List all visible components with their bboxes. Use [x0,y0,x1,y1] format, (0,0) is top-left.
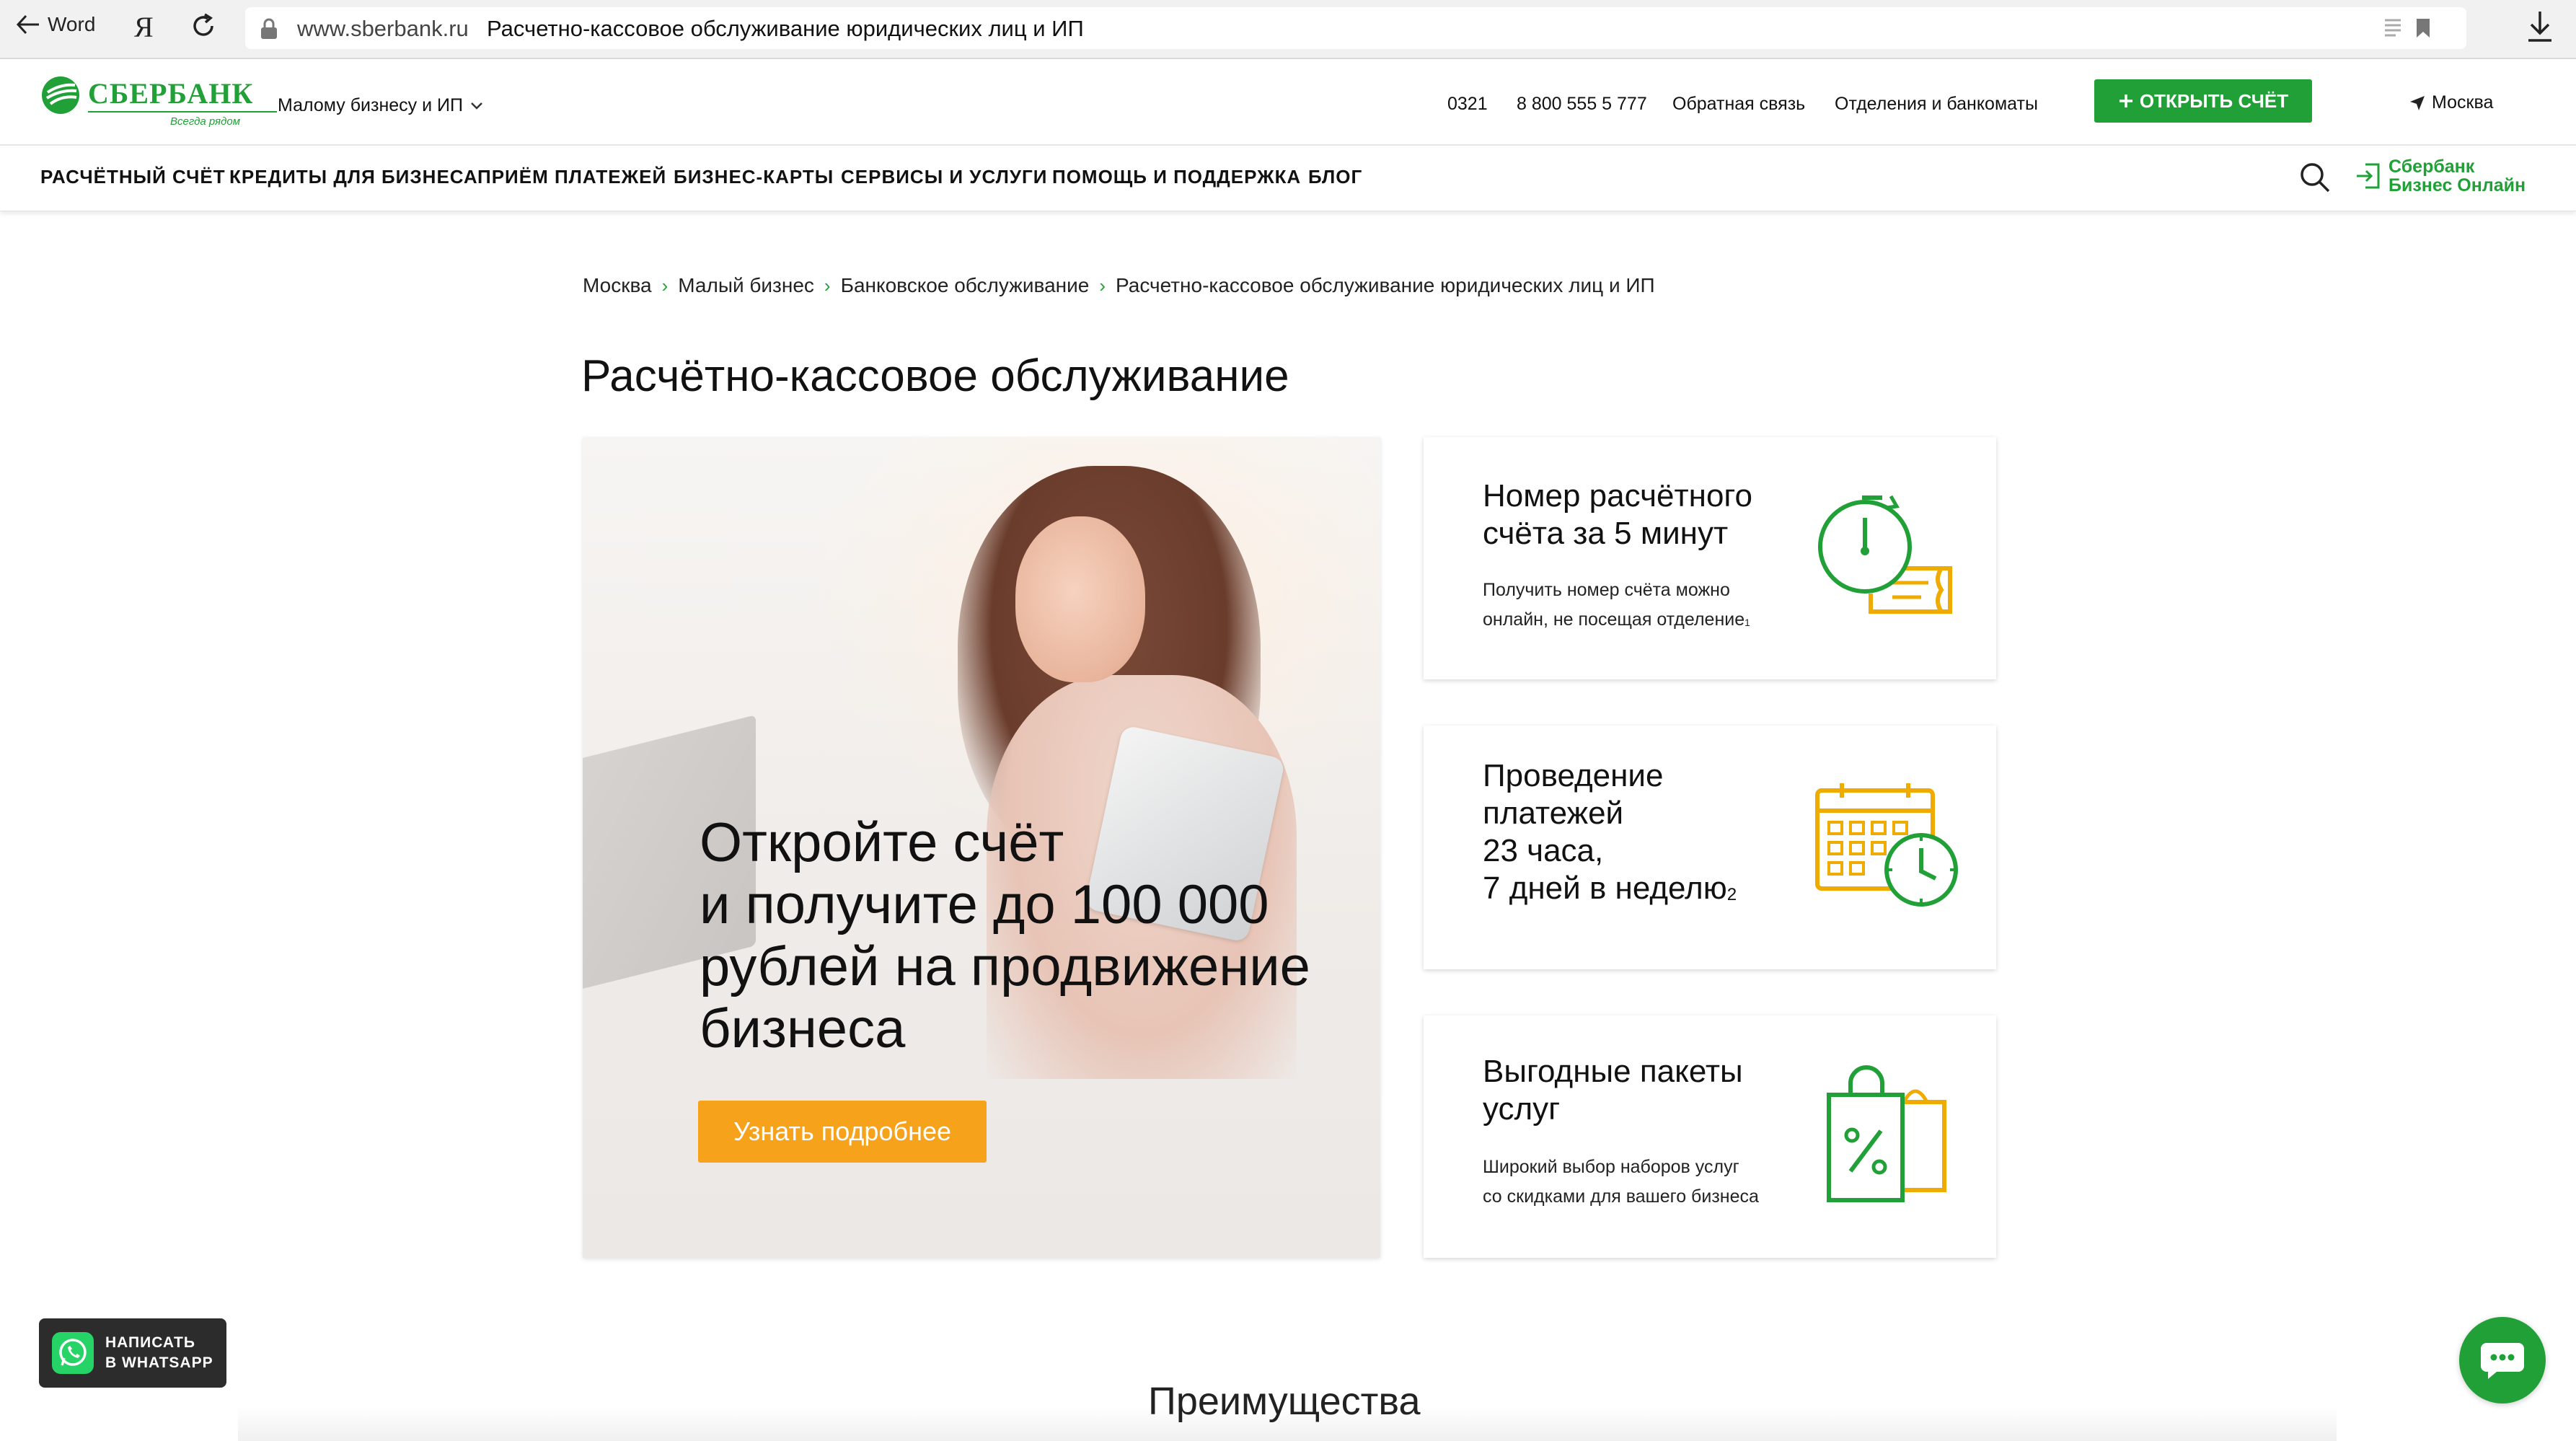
page-title: Расчётно-кассовое обслуживание [581,351,1289,401]
logo-underline [88,111,277,113]
feature-card-packages[interactable]: Выгодные пакеты услуг Широкий выбор набо… [1424,1015,1996,1258]
whatsapp-icon [52,1332,94,1374]
hero-headline-line: Откройте счёт [700,812,1064,873]
refresh-icon [193,13,213,36]
arrow-left-icon [16,14,39,35]
chat-button[interactable] [2459,1317,2546,1403]
plus-icon [2119,94,2132,107]
whatsapp-label-line1: НАПИСАТЬ [105,1334,195,1351]
open-account-button[interactable]: ОТКРЫТЬ СЧЁТ [2094,79,2312,123]
login-icon [2357,163,2380,189]
sberbank-logo-icon [42,76,79,114]
feedback-link[interactable]: Обратная связь [1672,94,1805,115]
phone-link[interactable]: 8 800 555 5 777 [1517,94,1647,115]
feature-card-title: Проведение платежей 23 часа, 7 дней в не… [1483,758,1737,906]
branches-atms-link[interactable]: Отделения и банкоматы [1835,94,2038,115]
business-online-line2: Бизнес Онлайн [2388,175,2526,195]
feature-card-title: Номер расчётного счёта за 5 минут [1483,478,1752,551]
open-account-label: ОТКРЫТЬ СЧЁТ [2139,89,2289,112]
nav-item-account[interactable]: РАСЧЁТНЫЙ СЧЁТ [40,166,226,188]
nav-item-credits[interactable]: КРЕДИТЫ ДЛЯ БИЗНЕСА [229,166,478,188]
nav-item-services[interactable]: СЕРВИСЫ И УСЛУГИ [841,166,1047,188]
hero-person-face [1015,516,1145,682]
location-arrow-icon [2410,95,2425,110]
short-phone-link[interactable]: 0321 [1447,94,1488,115]
footnote-marker[interactable]: 1 [1744,617,1750,628]
back-button[interactable]: Word [16,13,95,36]
address-bar[interactable]: www.sberbank.ru Расчетно-кассовое обслуж… [245,7,2466,49]
feature-card-title: Выгодные пакеты услуг [1483,1054,1743,1127]
whatsapp-label-line2: В WHATSAPP [105,1354,213,1371]
footnote-marker[interactable]: 2 [1727,885,1737,904]
whatsapp-button[interactable]: НАПИСАТЬ В WHATSAPP [39,1318,226,1388]
chevron-right-icon: › [824,274,831,296]
site-header: СБЕРБАНК Всегда рядом Малому бизнесу и И… [0,59,2576,146]
address-page-title: Расчетно-кассовое обслуживание юридическ… [487,16,1084,41]
logo-slogan: Всегда рядом [170,115,240,128]
stopwatch-ticket-icon [1818,495,1952,614]
breadcrumb-item-small-business[interactable]: Малый бизнес [678,274,814,297]
promo-banner[interactable]: Откройте счёт и получите до 100 000 рубл… [583,437,1380,1258]
business-online-line1: Сбербанк [2388,157,2475,177]
yandex-icon[interactable]: Я [134,10,154,44]
feature-card-payments[interactable]: Проведение платежей 23 часа, 7 дней в не… [1424,726,1996,969]
breadcrumb: Москва › Малый бизнес › Банковское обслу… [583,274,1655,297]
reader-icon[interactable] [2383,17,2403,39]
back-label: Word [48,13,96,35]
reload-button[interactable] [189,12,218,44]
hero-headline-line: и получите до 100 000 [700,874,1269,935]
city-selector[interactable]: Москва [2409,92,2493,113]
nav-item-blog[interactable]: БЛОГ [1308,166,1362,188]
business-online-link[interactable]: Сбербанк Бизнес Онлайн [2355,157,2526,195]
feature-card-desc: Получить номер счёта можно онлайн, не по… [1483,580,1750,630]
segment-dropdown[interactable]: Малому бизнесу и ИП [278,95,483,116]
shopping-bag-percent-icon [1827,1065,1946,1202]
chevron-right-icon: › [1099,274,1106,296]
sberbank-logo[interactable]: СБЕРБАНК Всегда рядом [40,75,277,128]
address-domain: www.sberbank.ru [297,16,469,41]
nav-item-business-cards[interactable]: БИЗНЕС-КАРТЫ [674,166,834,188]
learn-more-button[interactable]: Узнать подробнее [698,1101,987,1163]
chat-bubble-icon [2481,1343,2524,1379]
breadcrumb-item-moscow[interactable]: Москва [583,274,652,297]
logo-wordmark: СБЕРБАНК [88,77,254,110]
bookmark-icon[interactable] [2414,17,2432,39]
hero-headline-line: бизнеса [700,998,906,1059]
calendar-clock-icon [1815,783,1958,907]
hero-headline-line: рублей на продвижение [700,936,1310,997]
chevron-down-icon [471,102,482,110]
breadcrumb-item-banking[interactable]: Банковское обслуживание [841,274,1090,297]
main-nav: РАСЧЁТНЫЙ СЧЁТ КРЕДИТЫ ДЛЯ БИЗНЕСА ПРИЁМ… [0,144,2576,211]
lock-icon [261,18,277,39]
search-icon[interactable] [2299,162,2331,193]
feature-card-desc: Широкий выбор наборов услуг со скидками … [1483,1157,1759,1207]
nav-item-help[interactable]: ПОМОЩЬ И ПОДДЕРЖКА [1052,166,1301,188]
hero-headline: Откройте счёт и получите до 100 000 рубл… [700,812,1363,1060]
browser-toolbar: Word Я www.sberbank.ru Расчетно-кассовое… [0,0,2576,59]
segment-label: Малому бизнесу и ИП [278,95,463,115]
advantages-heading: Преимущества [1148,1380,1421,1423]
city-label: Москва [2432,92,2494,113]
download-icon[interactable] [2526,10,2554,43]
breadcrumb-item-current: Расчетно-кассовое обслуживание юридическ… [1116,274,1655,296]
nav-item-payments[interactable]: ПРИЁМ ПЛАТЕЖЕЙ [477,166,666,188]
chevron-right-icon: › [661,274,669,296]
feature-card-account-number[interactable]: Номер расчётного счёта за 5 минут Получи… [1424,437,1996,679]
